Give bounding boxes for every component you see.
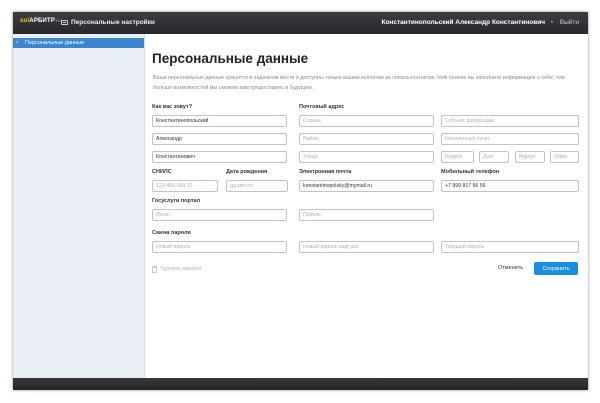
chevron-right-icon: › <box>16 40 18 46</box>
repeat-password-field[interactable] <box>299 241 434 253</box>
current-password-field[interactable] <box>441 241 579 253</box>
phone-field[interactable] <box>441 180 579 192</box>
app-logo[interactable]: solАРБИТР365 <box>20 18 62 24</box>
first-name-field[interactable] <box>152 133 287 145</box>
settings-card-icon <box>61 20 68 25</box>
app-window: solАРБИТР365 Персональные настройки Конс… <box>13 12 588 390</box>
index-field[interactable] <box>441 151 474 163</box>
snils-label: СНИЛС <box>152 169 172 175</box>
top-bar: solАРБИТР365 Персональные настройки Конс… <box>13 12 588 34</box>
portal-password-field[interactable] <box>299 209 434 221</box>
trash-icon <box>152 266 157 273</box>
phone-label: Мобильный телефон <box>441 169 500 175</box>
street-field[interactable] <box>299 151 434 163</box>
sidebar-item-label: Персональные данные <box>25 40 85 46</box>
email-label: Электронная почта <box>299 169 352 175</box>
region-field[interactable] <box>441 115 579 127</box>
save-button[interactable]: Сохранить <box>534 262 578 275</box>
logo-part-2: АРБИТР <box>29 18 56 24</box>
birthdate-label: Дата рождения <box>226 169 268 175</box>
bottom-bar <box>13 378 588 390</box>
personal-settings-link[interactable]: Персональные настройки <box>71 19 155 26</box>
cancel-button[interactable]: Отменить <box>498 265 523 271</box>
logout-link[interactable]: Выйти <box>560 19 579 26</box>
sidebar: › Персональные данные <box>13 34 145 378</box>
locality-field[interactable] <box>441 133 579 145</box>
house-field[interactable] <box>479 151 509 163</box>
sidebar-item-personal-data[interactable]: › Персональные данные <box>13 38 144 48</box>
main-content: Персональные данные Ваши персональные да… <box>144 34 588 378</box>
header-separator: • <box>550 19 553 26</box>
last-name-field[interactable] <box>152 115 287 127</box>
name-section-label: Как вас зовут? <box>152 104 193 110</box>
delete-account-link[interactable]: Удалить аккаунт <box>160 266 202 272</box>
page-description: Ваши персональные данные хранятся в наде… <box>153 75 565 91</box>
birthdate-field[interactable] <box>226 180 288 192</box>
user-name[interactable]: Константинопольский Александр Константин… <box>381 19 545 26</box>
email-field[interactable] <box>299 180 434 192</box>
middle-name-field[interactable] <box>152 151 287 163</box>
district-field[interactable] <box>299 133 434 145</box>
office-field[interactable] <box>550 151 579 163</box>
snils-field[interactable] <box>152 180 218 192</box>
page-title: Персональные данные <box>152 51 309 66</box>
new-password-field[interactable] <box>152 241 287 253</box>
logo-part-1: sol <box>20 18 30 24</box>
portal-login-field[interactable] <box>152 209 287 221</box>
country-field[interactable] <box>299 115 434 127</box>
address-section-label: Почтовый адрес <box>299 104 345 110</box>
portal-label: Госуслуги портал <box>152 198 201 204</box>
building-field[interactable] <box>515 151 545 163</box>
change-password-label: Смена пароля <box>152 230 191 236</box>
